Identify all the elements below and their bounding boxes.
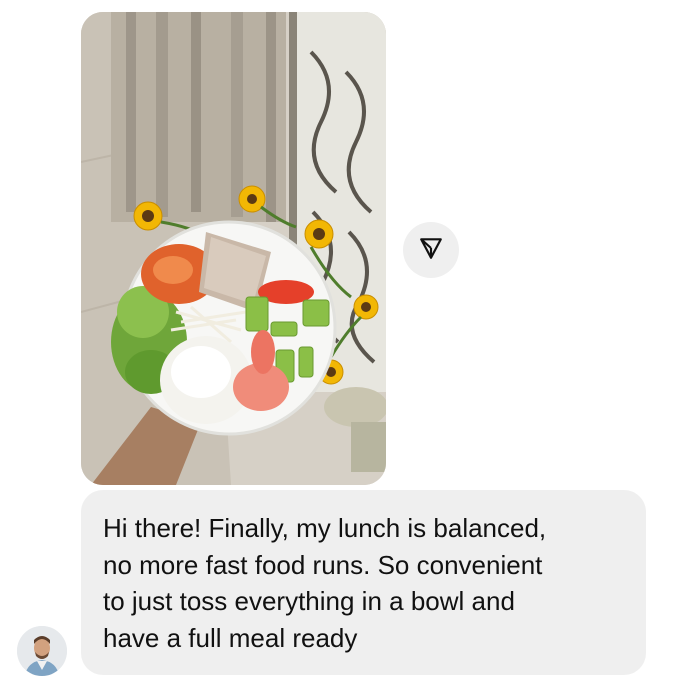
message-text: Hi there! Finally, my lunch is balanced,… <box>103 513 547 653</box>
paper-plane-icon <box>418 235 444 266</box>
message-bubble[interactable]: Hi there! Finally, my lunch is balanced,… <box>81 490 646 675</box>
share-button[interactable] <box>403 222 459 278</box>
shared-photo[interactable] <box>81 12 386 485</box>
lunch-bowl-photo <box>81 12 386 485</box>
avatar[interactable] <box>17 626 67 676</box>
user-avatar-icon <box>17 626 67 676</box>
